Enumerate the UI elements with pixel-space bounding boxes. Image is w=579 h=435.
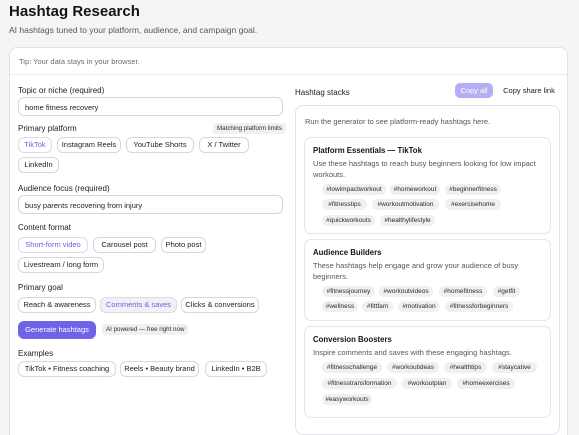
stack-description: Use these hashtags to reach busy beginne…	[313, 159, 536, 179]
hashtag-chip[interactable]: #fitnesstips	[322, 199, 367, 210]
stacks-hint: Run the generator to see platform-ready …	[305, 117, 491, 126]
goal-option-clicks[interactable]: Clicks & conversions	[181, 297, 259, 313]
stack-title: Audience Builders	[313, 248, 382, 257]
main-card: Tip: Your data stays in your browser. To…	[9, 47, 568, 435]
hashtag-stacks-panel: Run the generator to see platform-ready …	[295, 105, 560, 435]
hashtag-chip[interactable]: #wellness	[322, 301, 358, 312]
hashtag-chip[interactable]: #beginnerfitness	[445, 184, 501, 195]
hashtag-chip[interactable]: #workoutmotivation	[372, 199, 439, 210]
platform-option-linkedin[interactable]: LinkedIn	[18, 157, 59, 173]
stack-title: Platform Essentials — TikTok	[313, 146, 422, 155]
stack-card-platform-essentials: Platform Essentials — TikTok Use these h…	[304, 137, 551, 234]
format-option-livestream[interactable]: Livestream / long form	[18, 257, 104, 273]
platform-label: Primary platform	[18, 124, 77, 133]
platform-limits-badge: Matching platform limits	[213, 123, 286, 134]
hashtag-chip[interactable]: #fitnessforbeginners	[445, 301, 513, 312]
copy-share-link-button[interactable]: Copy share link	[500, 83, 558, 98]
platform-option-youtube-shorts[interactable]: YouTube Shorts	[126, 137, 194, 153]
format-option-photo-post[interactable]: Photo post	[161, 237, 206, 253]
hashtag-chip[interactable]: #healthylifestyle	[380, 215, 435, 226]
hashtag-chip[interactable]: #homeworkout	[390, 184, 440, 195]
hashtag-chip[interactable]: #fittfam	[362, 301, 393, 312]
hashtag-chip[interactable]: #fitnessjourney	[322, 286, 375, 297]
stack-card-audience-builders: Audience Builders These hashtags help en…	[304, 239, 551, 321]
hashtag-chip[interactable]: #workoutvideos	[379, 286, 433, 297]
hashtag-chip[interactable]: #easyworkouts	[322, 394, 372, 405]
generate-button[interactable]: Generate hashtags	[18, 321, 96, 339]
hashtag-chip[interactable]: #staycative	[492, 362, 537, 373]
hashtag-chip[interactable]: #quickworkouts	[322, 215, 375, 226]
page-subtitle: AI hashtags tuned to your platform, audi…	[9, 25, 258, 35]
stacks-heading: Hashtag stacks	[295, 88, 350, 97]
format-label: Content format	[18, 223, 71, 232]
hashtag-chip[interactable]: #exercisehome	[445, 199, 501, 210]
stack-card-conversion-boosters: Conversion Boosters Inspire comments and…	[304, 326, 551, 418]
goal-option-reach[interactable]: Reach & awareness	[18, 297, 96, 313]
audience-input[interactable]: busy parents recovering from injury	[18, 195, 283, 214]
example-reels-beauty[interactable]: Reels • Beauty brand	[120, 361, 199, 377]
stack-title: Conversion Boosters	[313, 335, 392, 344]
example-linkedin-b2b[interactable]: LinkedIn • B2B	[205, 361, 267, 377]
copy-all-button[interactable]: Copy all	[455, 83, 493, 98]
hashtag-chip[interactable]: #motivation	[398, 301, 440, 312]
stack-description: These hashtags help engage and grow your…	[313, 261, 519, 281]
privacy-tip: Tip: Your data stays in your browser.	[10, 48, 567, 75]
goal-label: Primary goal	[18, 283, 63, 292]
hashtag-chip[interactable]: #lowimpactworkout	[322, 184, 386, 195]
hashtag-chip[interactable]: #workoutideas	[387, 362, 439, 373]
example-tiktok-fitness[interactable]: TikTok • Fitness coaching	[18, 361, 116, 377]
format-option-short-form-video[interactable]: Short-form video	[18, 237, 88, 253]
examples-label: Examples	[18, 349, 54, 358]
ai-powered-badge: AI powered — free right now	[102, 324, 189, 335]
page-title: Hashtag Research	[9, 3, 140, 20]
topic-input[interactable]: home fitness recovery	[18, 97, 283, 116]
audience-label: Audience focus (required)	[18, 184, 110, 193]
platform-option-instagram-reels[interactable]: Instagram Reels	[57, 137, 121, 153]
hashtag-chip[interactable]: #fitnesschallenge	[322, 362, 382, 373]
hashtag-chip[interactable]: #workoutplan	[402, 378, 452, 389]
hashtag-chip[interactable]: #homeexercises	[457, 378, 515, 389]
hashtag-chip[interactable]: #homefitness	[439, 286, 487, 297]
hashtag-chip[interactable]: #healthtips	[444, 362, 487, 373]
hashtag-chip[interactable]: #getfit	[493, 286, 520, 297]
platform-option-tiktok[interactable]: TikTok	[18, 137, 52, 153]
topic-label: Topic or niche (required)	[18, 86, 105, 95]
stack-description: Inspire comments and saves with these en…	[313, 348, 512, 357]
hashtag-chip[interactable]: #fitnesstransformation	[322, 378, 397, 389]
format-option-carousel-post[interactable]: Carousel post	[93, 237, 156, 253]
goal-option-comments-saves[interactable]: Comments & saves	[100, 297, 177, 313]
platform-option-x-twitter[interactable]: X / Twitter	[199, 137, 249, 153]
